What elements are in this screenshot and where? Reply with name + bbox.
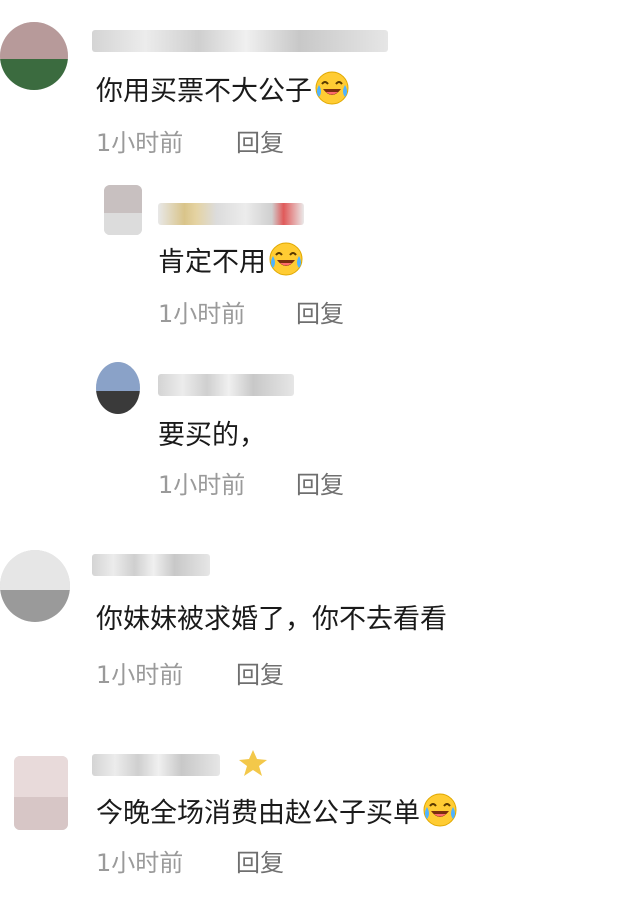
username-blurred[interactable]	[92, 30, 388, 52]
comment-text: 今晚全场消费由赵公子买单	[96, 792, 458, 832]
comment-text-content: 你用买票不大公子	[96, 76, 312, 107]
badge-icon	[238, 748, 268, 778]
avatar[interactable]	[0, 550, 70, 622]
avatar[interactable]	[104, 185, 142, 235]
reply-button[interactable]: 回复	[236, 128, 284, 158]
timestamp: 1小时前	[158, 300, 246, 328]
comment-item: 今晚全场消费由赵公子买单 1小时前 回复	[0, 728, 641, 898]
comment-text-content: 肯定不用	[158, 247, 266, 278]
comment-text: 你用买票不大公子	[96, 70, 350, 110]
comment-item: 你用买票不大公子 1小时前 回复	[0, 0, 641, 175]
avatar[interactable]	[0, 22, 68, 90]
comment-text: 肯定不用	[158, 241, 304, 281]
crying-laughing-emoji-icon	[422, 792, 458, 828]
reply-button[interactable]: 回复	[236, 848, 284, 878]
crying-laughing-emoji-icon	[314, 70, 350, 106]
username-blurred[interactable]	[158, 374, 294, 396]
reply-button[interactable]: 回复	[236, 660, 284, 690]
username-blurred[interactable]	[92, 554, 210, 576]
comment-text: 要买的，	[158, 418, 266, 454]
reply-button[interactable]: 回复	[296, 299, 344, 329]
reply-button[interactable]: 回复	[296, 470, 344, 500]
avatar[interactable]	[96, 362, 140, 414]
reply-comment-item: 要买的， 1小时前 回复	[0, 356, 641, 516]
timestamp: 1小时前	[158, 471, 246, 499]
comment-text: 你妹妹被求婚了，你不去看看	[96, 602, 447, 638]
comment-item: 你妹妹被求婚了，你不去看看 1小时前 回复	[0, 540, 641, 705]
reply-comment-item: 肯定不用 1小时前 回复	[0, 185, 641, 350]
timestamp: 1小时前	[96, 129, 184, 157]
timestamp: 1小时前	[96, 849, 184, 877]
comment-text-content: 要买的，	[158, 420, 266, 451]
avatar[interactable]	[14, 756, 68, 830]
username-blurred[interactable]	[158, 203, 304, 225]
timestamp: 1小时前	[96, 661, 184, 689]
comment-text-content: 你妹妹被求婚了，你不去看看	[96, 604, 447, 635]
username-blurred[interactable]	[92, 754, 220, 776]
comment-text-content: 今晚全场消费由赵公子买单	[96, 798, 420, 829]
crying-laughing-emoji-icon	[268, 241, 304, 277]
